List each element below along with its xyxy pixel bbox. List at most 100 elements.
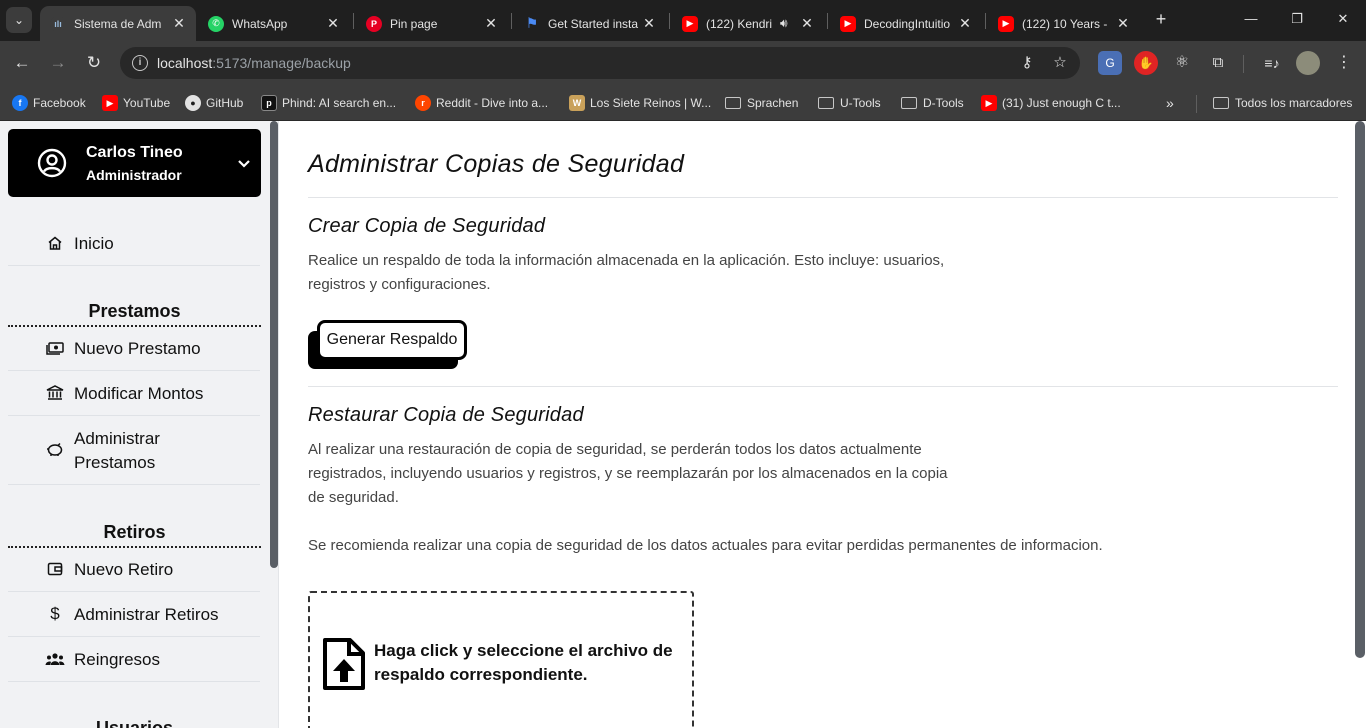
reload-button[interactable]: ↻ — [80, 49, 108, 77]
bookmark-just-enough-c[interactable]: ▶ (31) Just enough C t... — [981, 92, 1121, 114]
wallet-icon — [45, 559, 65, 579]
divider — [308, 197, 1338, 198]
browser-menu-icon[interactable]: ⋮ — [1332, 51, 1356, 75]
back-button[interactable]: ← — [8, 49, 36, 77]
restore-window-button[interactable]: ❐ — [1282, 8, 1312, 30]
bookmark-star-icon[interactable]: ☆ — [1050, 53, 1070, 73]
translate-extension-icon[interactable]: G — [1098, 51, 1122, 75]
close-tab-icon[interactable]: ✕ — [640, 14, 658, 32]
bookmarks-separator — [1196, 95, 1197, 113]
sidebar-item-administrar-prestamos[interactable]: Administrar Prestamos — [8, 427, 260, 485]
backup-file-dropzone[interactable]: Haga click y seleccione el archivo de re… — [308, 591, 694, 728]
tab-search-button[interactable]: ⌄ — [6, 7, 32, 33]
bookmark-folder-d-tools[interactable]: D-Tools — [901, 92, 964, 114]
close-tab-icon[interactable]: ✕ — [324, 14, 342, 32]
phind-icon: p — [261, 95, 277, 111]
section-title-prestamos: Prestamos — [88, 301, 181, 321]
profile-avatar-icon[interactable] — [1296, 51, 1320, 75]
browser-tab-bar: ⌄ ılı Sistema de Adm ✕ ✆ WhatsApp ✕ P Pi… — [0, 0, 1366, 41]
tab-pinterest[interactable]: P Pin page ✕ — [356, 6, 508, 41]
sidebar-item-modificar-montos[interactable]: Modificar Montos — [8, 382, 260, 416]
site-info-icon[interactable]: i — [132, 55, 148, 71]
forward-button[interactable]: → — [44, 49, 72, 77]
sidebar-item-reingresos[interactable]: Reingresos — [8, 648, 260, 682]
bookmark-folder-sprachen[interactable]: Sprachen — [725, 92, 798, 114]
tab-whatsapp[interactable]: ✆ WhatsApp ✕ — [198, 6, 350, 41]
dropzone-text-line: Haga click y seleccione el archivo de — [374, 641, 673, 660]
piggy-bank-icon — [45, 439, 65, 459]
dropzone-text-line: respaldo correspondiente. — [374, 665, 588, 684]
bookmark-folder-u-tools[interactable]: U-Tools — [818, 92, 881, 114]
tab-separator — [669, 13, 670, 29]
money-bill-icon — [45, 338, 65, 358]
pinterest-icon: P — [366, 15, 382, 32]
bookmark-facebook[interactable]: f Facebook — [12, 92, 86, 114]
user-role: Administrador — [86, 167, 182, 183]
react-devtools-icon[interactable]: ⚛ — [1170, 51, 1194, 75]
stop-extension-icon[interactable]: ✋ — [1134, 51, 1158, 75]
browser-toolbar: ← → ↻ i localhost:5173/manage/backup ⚷ ☆… — [0, 41, 1366, 85]
close-tab-icon[interactable]: ✕ — [1114, 14, 1132, 32]
bookmark-github[interactable]: ● GitHub — [185, 92, 243, 114]
bookmark-all-folder[interactable]: Todos los marcadores — [1213, 92, 1352, 114]
address-bar[interactable]: i localhost:5173/manage/backup ⚷ ☆ — [120, 47, 1080, 79]
more-bookmarks-chevron-icon[interactable]: » — [1166, 92, 1174, 114]
section-title-usuarios: Usuarios — [95, 718, 174, 728]
bookmark-reddit[interactable]: r Reddit - Dive into a... — [415, 92, 548, 114]
sidebar-item-inicio[interactable]: Inicio — [8, 232, 260, 266]
tab-youtube-10-years[interactable]: ▶ (122) 10 Years - ✕ — [988, 6, 1140, 41]
folder-icon — [818, 97, 834, 109]
bookmark-label: Sprachen — [747, 96, 799, 110]
minimize-button[interactable]: — — [1236, 8, 1266, 30]
restore-backup-description: Al realizar una restauración de copia de… — [308, 438, 948, 510]
close-tab-icon[interactable]: ✕ — [482, 14, 500, 32]
description-line: registros y configuraciones. — [308, 276, 491, 293]
close-tab-icon[interactable]: ✕ — [170, 14, 188, 32]
section-divider — [8, 546, 261, 548]
bookmark-phind[interactable]: p Phind: AI search en... — [261, 92, 396, 114]
section-title-retiros: Retiros — [103, 522, 166, 542]
restore-recommendation: Se recomienda realizar una copia de segu… — [308, 537, 1103, 554]
restore-backup-heading: Restaurar Copia de Seguridad — [308, 404, 584, 426]
bookmark-label: Todos los marcadores — [1235, 96, 1353, 110]
audio-playing-icon[interactable]: 🔊︎ — [780, 16, 788, 31]
facebook-icon: f — [12, 95, 28, 111]
main-scrollbar[interactable] — [1355, 121, 1365, 658]
tab-separator — [511, 13, 512, 29]
tab-youtube-kendrick[interactable]: ▶ (122) Kendri 🔊︎ ✕ — [672, 6, 824, 41]
youtube-icon: ▶ — [102, 95, 118, 111]
bookmarks-bar: f Facebook ▶ YouTube ● GitHub p Phind: A… — [0, 85, 1366, 121]
bookmark-label: GitHub — [206, 96, 244, 110]
sidebar-item-nuevo-prestamo[interactable]: Nuevo Prestamo — [8, 337, 260, 371]
tab-get-started[interactable]: ⚑ Get Started insta ✕ — [514, 6, 666, 41]
whatsapp-icon: ✆ — [208, 15, 224, 32]
reddit-icon: r — [415, 95, 431, 111]
bookmark-youtube[interactable]: ▶ YouTube — [102, 92, 170, 114]
app-page: Carlos Tineo Administrador Inicio Presta… — [0, 121, 1366, 728]
user-name: Carlos Tineo — [86, 144, 183, 161]
sidebar-scrollbar[interactable] — [270, 121, 278, 568]
create-backup-description: Realice un respaldo de toda la informaci… — [308, 249, 944, 297]
password-key-icon[interactable]: ⚷ — [1017, 53, 1037, 73]
user-circle-icon — [37, 148, 67, 178]
dollar-icon: $ — [50, 604, 60, 623]
sidebar-item-administrar-retiros[interactable]: $ Administrar Retiros — [8, 603, 260, 637]
sidebar-item-label: Nuevo Prestamo — [74, 339, 201, 358]
tab-youtube-decoding[interactable]: ▶ DecodingIntuitio ✕ — [830, 6, 982, 41]
sidebar-item-nuevo-retiro[interactable]: Nuevo Retiro — [8, 558, 260, 592]
user-menu[interactable]: Carlos Tineo Administrador — [8, 129, 261, 197]
url-text[interactable]: localhost:5173/manage/backup — [157, 55, 351, 71]
description-line: de seguridad. — [308, 489, 399, 506]
media-control-icon[interactable]: ≡♪ — [1260, 51, 1284, 75]
close-tab-icon[interactable]: ✕ — [956, 14, 974, 32]
close-tab-icon[interactable]: ✕ — [798, 14, 816, 32]
tab-sistema[interactable]: ılı Sistema de Adm ✕ — [40, 6, 196, 41]
chevron-down-icon[interactable] — [236, 155, 252, 171]
youtube-icon: ▶ — [682, 15, 698, 32]
extensions-puzzle-icon[interactable]: ⧉ — [1206, 51, 1230, 75]
bookmark-siete-reinos[interactable]: W Los Siete Reinos | W... — [569, 92, 711, 114]
close-window-button[interactable]: ✕ — [1328, 8, 1358, 30]
app-favicon-icon: ılı — [50, 15, 66, 32]
new-tab-button[interactable]: + — [1150, 8, 1172, 30]
generate-backup-button[interactable]: Generar Respaldo — [317, 320, 467, 360]
